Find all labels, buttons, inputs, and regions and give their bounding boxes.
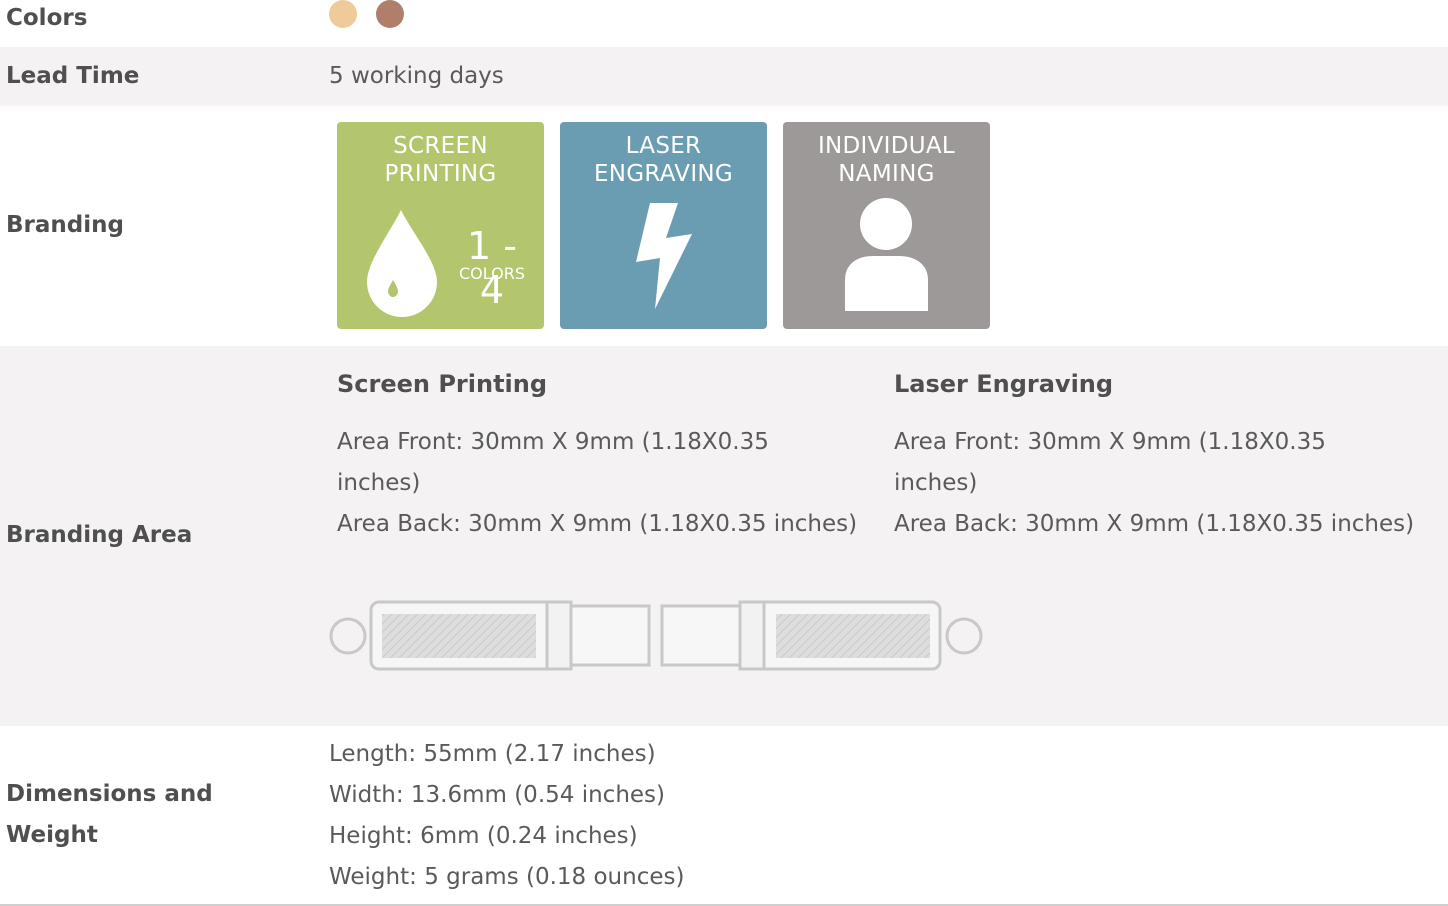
usb-branding-area-diagram bbox=[329, 600, 983, 671]
screen-printing-heading: Screen Printing bbox=[337, 370, 548, 398]
weight-value: Weight: 5 grams (0.18 ounces) bbox=[329, 864, 685, 890]
dimensions-label-line2: Weight bbox=[6, 822, 98, 848]
color-swatch-bronze[interactable] bbox=[376, 0, 404, 28]
branding-area-row: Branding Area Screen Printing Area Front… bbox=[0, 346, 1448, 726]
area-front-line1: Area Front: 30mm X 9mm (1.18X0.35 bbox=[337, 429, 769, 455]
usb-back-view bbox=[660, 600, 983, 671]
lead-time-label: Lead Time bbox=[6, 63, 140, 89]
lead-time-value: 5 working days bbox=[329, 63, 504, 89]
laser-engraving-heading: Laser Engraving bbox=[894, 370, 1114, 398]
length-value: Length: 55mm (2.17 inches) bbox=[329, 741, 656, 767]
branding-area-label: Branding Area bbox=[6, 522, 193, 548]
screen-printing-area-back: Area Back: 30mm X 9mm (1.18X0.35 inches) bbox=[337, 511, 858, 537]
person-icon bbox=[845, 198, 928, 311]
color-count-unit: COLORS bbox=[459, 264, 525, 283]
laser-engraving-area-back: Area Back: 30mm X 9mm (1.18X0.35 inches) bbox=[894, 511, 1415, 537]
laser-engraving-tile[interactable]: LASER ENGRAVING bbox=[560, 122, 767, 329]
lightning-bolt-icon bbox=[636, 203, 692, 309]
color-swatch-gold[interactable] bbox=[329, 0, 357, 28]
individual-naming-tile[interactable]: INDIVIDUAL NAMING bbox=[783, 122, 990, 329]
width-value: Width: 13.6mm (0.54 inches) bbox=[329, 782, 666, 808]
lead-time-row: Lead Time 5 working days bbox=[0, 47, 1448, 106]
dimensions-row: Dimensions and Weight Length: 55mm (2.17… bbox=[0, 726, 1448, 904]
screen-printing-area-front: Area Front: 30mm X 9mm (1.18X0.35 inches… bbox=[337, 422, 769, 504]
area-front-line2: inches) bbox=[337, 470, 421, 496]
height-value: Height: 6mm (0.24 inches) bbox=[329, 823, 638, 849]
dimensions-values: Length: 55mm (2.17 inches) Width: 13.6mm… bbox=[329, 734, 684, 898]
dimensions-label: Dimensions and Weight bbox=[6, 774, 213, 856]
laser-engraving-area-front: Area Front: 30mm X 9mm (1.18X0.35 inches… bbox=[894, 422, 1326, 504]
area-front-line1: Area Front: 30mm X 9mm (1.18X0.35 bbox=[894, 429, 1326, 455]
colors-label: Colors bbox=[6, 5, 88, 31]
branding-label: Branding bbox=[6, 212, 124, 238]
dimensions-label-line1: Dimensions and bbox=[6, 781, 213, 807]
colors-row: Colors bbox=[0, 0, 1448, 47]
usb-front-view bbox=[329, 600, 651, 671]
screen-printing-tile[interactable]: SCREEN PRINTING 1 - 4 COLORS bbox=[337, 122, 544, 329]
area-front-line2: inches) bbox=[894, 470, 978, 496]
